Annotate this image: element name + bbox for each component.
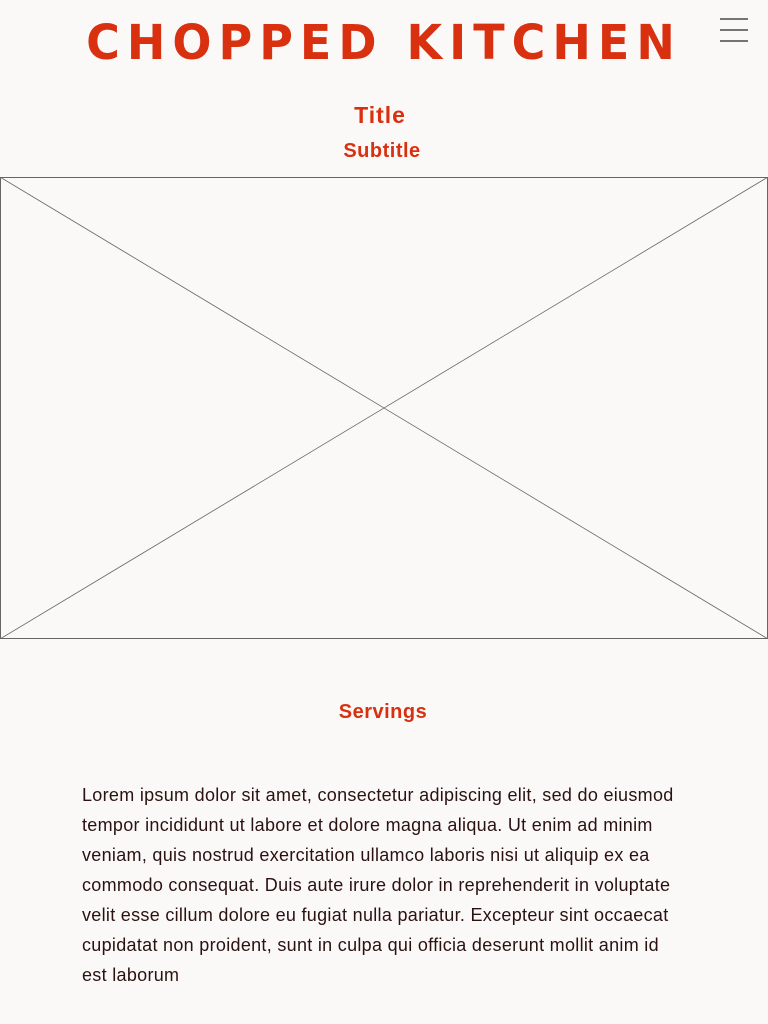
recipe-description: Lorem ipsum dolor sit amet, consectetur … (82, 785, 674, 985)
recipe-title: Title (354, 102, 406, 128)
menu-bar-bottom (720, 40, 748, 42)
servings-label: Servings (338, 701, 428, 723)
menu-bar-middle (720, 29, 748, 31)
brand-logo: CHOPPED KITCHEN (86, 13, 682, 71)
image-placeholder-icon (0, 177, 768, 639)
hamburger-menu-icon[interactable] (716, 14, 752, 46)
recipe-subtitle: Subtitle (343, 140, 421, 162)
menu-bar-top (720, 18, 748, 20)
